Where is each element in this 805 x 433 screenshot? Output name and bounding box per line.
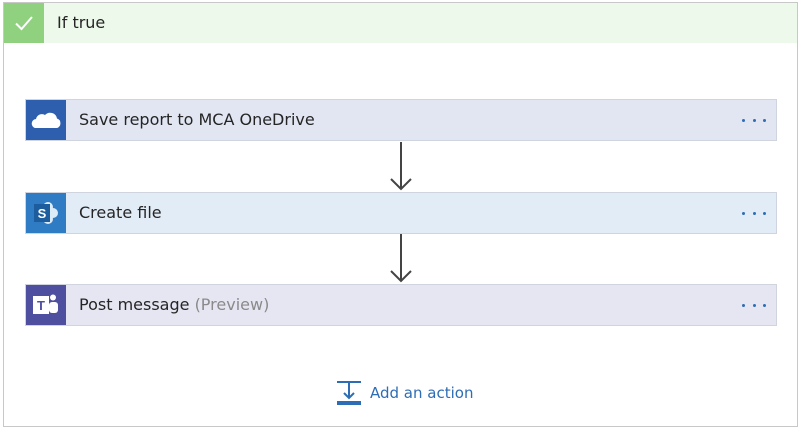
svg-text:T: T xyxy=(37,298,45,313)
dot-icon xyxy=(742,303,745,307)
dot-icon xyxy=(742,211,745,215)
action-label: Save report to MCA OneDrive xyxy=(79,110,315,129)
more-options-button[interactable] xyxy=(742,193,766,233)
action-label: Post message (Preview) xyxy=(79,295,270,314)
dot-icon xyxy=(752,303,756,307)
branch-title: If true xyxy=(57,13,106,32)
dot-icon xyxy=(742,118,745,122)
sharepoint-icon: S xyxy=(26,193,66,233)
dot-icon xyxy=(763,211,766,215)
condition-branch-panel: If true Save report to MCA OneDrive S Cr… xyxy=(3,2,798,427)
branch-header[interactable]: If true xyxy=(4,3,797,43)
add-action-icon xyxy=(337,381,361,405)
teams-icon: T xyxy=(26,285,66,325)
dot-icon xyxy=(752,211,756,215)
add-action-button[interactable]: Add an action xyxy=(337,378,473,408)
action-card-create-file[interactable]: S Create file xyxy=(25,192,777,234)
preview-tag: (Preview) xyxy=(194,295,270,314)
arrow-down-icon xyxy=(390,234,412,283)
add-action-label: Add an action xyxy=(370,384,474,402)
arrow-down-icon xyxy=(390,142,412,191)
dot-icon xyxy=(752,118,756,122)
onedrive-icon xyxy=(26,100,66,140)
branch-status xyxy=(4,3,44,43)
checkmark-icon xyxy=(15,16,33,31)
dot-icon xyxy=(763,303,766,307)
dot-icon xyxy=(763,118,766,122)
more-options-button[interactable] xyxy=(742,285,766,325)
svg-text:S: S xyxy=(38,206,47,221)
action-label: Create file xyxy=(79,203,162,222)
action-card-post-message[interactable]: T Post message (Preview) xyxy=(25,284,777,326)
more-options-button[interactable] xyxy=(742,100,766,140)
action-card-save-report[interactable]: Save report to MCA OneDrive xyxy=(25,99,777,141)
